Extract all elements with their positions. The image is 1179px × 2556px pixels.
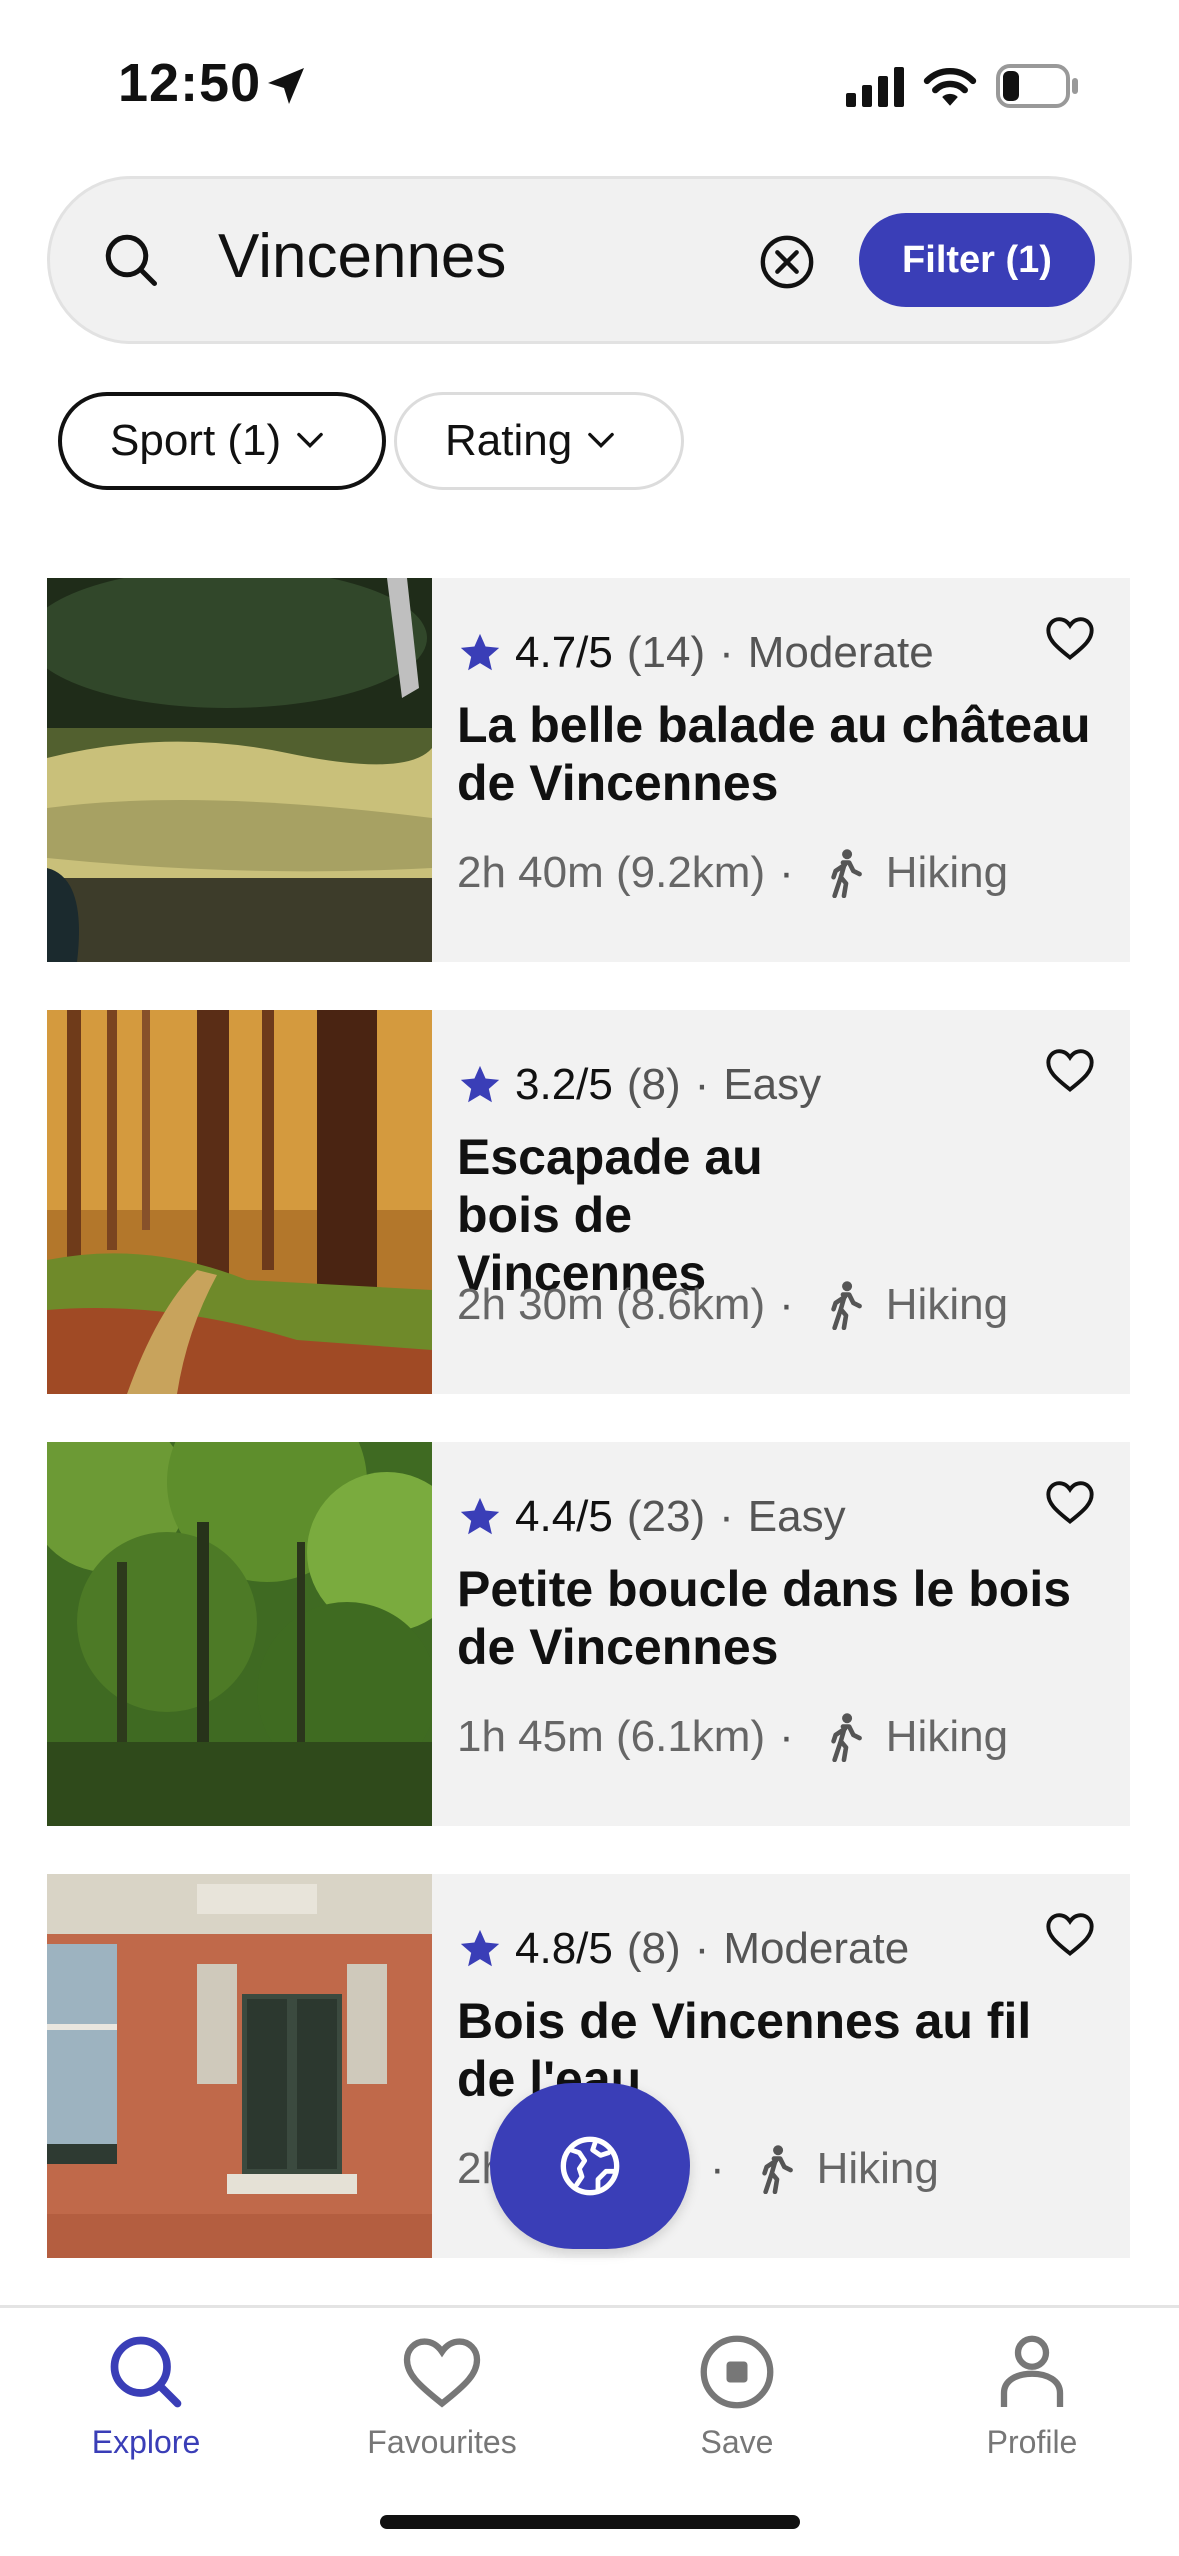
heart-icon bbox=[403, 2338, 481, 2408]
separator-dot: · bbox=[779, 1712, 794, 1761]
person-icon bbox=[1000, 2335, 1064, 2407]
heart-icon[interactable] bbox=[1044, 614, 1096, 662]
rating-value: 4.4/5 bbox=[515, 1492, 613, 1541]
sport-filter-chip[interactable]: Sport (1) bbox=[58, 392, 386, 490]
difficulty-label: Moderate bbox=[723, 1924, 910, 1973]
chevron-down-icon bbox=[297, 432, 323, 449]
nav-save-label: Save bbox=[700, 2424, 774, 2460]
location-arrow-icon bbox=[268, 68, 304, 104]
chevron-down-icon bbox=[588, 432, 615, 449]
clear-search-icon[interactable] bbox=[758, 233, 816, 291]
separator-dot: · bbox=[779, 1280, 794, 1329]
review-count: (14) bbox=[626, 628, 706, 677]
route-title: La belle balade au château de Vincennes bbox=[457, 697, 1091, 811]
star-icon bbox=[460, 633, 500, 671]
nav-favourites[interactable]: Favourites bbox=[332, 2330, 552, 2461]
search-input[interactable]: Vincennes bbox=[218, 221, 506, 292]
duration-distance: 2h 30m (8.6km) bbox=[457, 1280, 766, 1329]
search-icon bbox=[110, 2336, 182, 2408]
rating-value: 4.8/5 bbox=[515, 1924, 613, 1973]
separator-dot: · bbox=[779, 848, 794, 897]
difficulty-label: Easy bbox=[747, 1492, 846, 1541]
separator-dot: · bbox=[719, 628, 734, 677]
review-count: (8) bbox=[626, 1924, 681, 1973]
nav-favourites-label: Favourites bbox=[367, 2424, 517, 2460]
battery-icon bbox=[996, 64, 1078, 108]
route-title: Petite boucle dans le bois de Vincennes bbox=[457, 1561, 1072, 1675]
hiking-icon bbox=[831, 1713, 862, 1762]
search-icon bbox=[105, 234, 157, 286]
cellular-signal-icon bbox=[846, 67, 904, 107]
route-photo bbox=[47, 1874, 432, 2258]
star-icon bbox=[460, 1065, 500, 1103]
rating-chip-label: Rating bbox=[445, 416, 573, 465]
duration-distance: 2h 40m (9.2km) bbox=[457, 848, 766, 897]
route-card[interactable]: 4.4/5 (23) · Easy Petite boucle dans le … bbox=[47, 1442, 1130, 1826]
heart-icon[interactable] bbox=[1044, 1046, 1096, 1094]
star-icon bbox=[460, 1497, 500, 1535]
rating-value: 3.2/5 bbox=[515, 1060, 613, 1109]
separator-dot: · bbox=[709, 2144, 725, 2193]
card-meta-line: 2h 40m (9.2km) · Hiking bbox=[457, 848, 1008, 898]
nav-profile[interactable]: Profile bbox=[922, 2330, 1142, 2461]
record-icon bbox=[700, 2335, 774, 2409]
rating-value: 4.7/5 bbox=[515, 628, 613, 677]
difficulty-label: Moderate bbox=[747, 628, 934, 677]
route-card[interactable]: 4.7/5 (14) · Moderate La belle balade au… bbox=[47, 578, 1130, 962]
globe-icon bbox=[560, 2136, 620, 2196]
search-bar[interactable]: Vincennes Filter (1) bbox=[47, 176, 1132, 344]
card-rating-line: 3.2/5 (8) · Easy bbox=[457, 1060, 821, 1110]
nav-save[interactable]: Save bbox=[627, 2330, 847, 2461]
route-photo bbox=[47, 1010, 432, 1394]
sport-label: Hiking bbox=[885, 1280, 1009, 1329]
sport-label: Hiking bbox=[885, 848, 1009, 897]
nav-explore[interactable]: Explore bbox=[36, 2330, 256, 2461]
review-count: (23) bbox=[626, 1492, 706, 1541]
hiking-icon bbox=[831, 1281, 862, 1330]
rating-filter-chip[interactable]: Rating bbox=[394, 392, 684, 490]
wifi-icon bbox=[923, 68, 977, 106]
card-meta-line: 1h 45m (6.1km) · Hiking bbox=[457, 1712, 1008, 1762]
nav-explore-label: Explore bbox=[91, 2424, 201, 2460]
sport-chip-label: Sport (1) bbox=[110, 416, 282, 465]
duration-distance: 1h 45m (6.1km) bbox=[457, 1712, 766, 1761]
route-photo bbox=[47, 578, 432, 962]
sport-label: Hiking bbox=[885, 1712, 1009, 1761]
route-card[interactable]: 3.2/5 (8) · Easy Escapade au bois de Vin… bbox=[47, 1010, 1130, 1394]
status-bar: 12:50 bbox=[0, 0, 1179, 170]
heart-icon[interactable] bbox=[1044, 1478, 1096, 1526]
star-icon bbox=[460, 1929, 500, 1967]
hiking-icon bbox=[761, 2145, 793, 2194]
card-rating-line: 4.7/5 (14) · Moderate bbox=[457, 628, 934, 678]
card-rating-line: 4.4/5 (23) · Easy bbox=[457, 1492, 846, 1542]
hiking-icon bbox=[831, 849, 862, 898]
status-time: 12:50 bbox=[118, 53, 262, 113]
card-rating-line: 4.8/5 (8) · Moderate bbox=[457, 1924, 909, 1974]
separator-dot: · bbox=[694, 1924, 710, 1973]
sport-label: Hiking bbox=[816, 2144, 939, 2193]
difficulty-label: Easy bbox=[723, 1060, 822, 1109]
separator-dot: · bbox=[719, 1492, 734, 1541]
home-indicator[interactable] bbox=[380, 2515, 800, 2529]
filter-button[interactable]: Filter (1) bbox=[859, 213, 1095, 307]
review-count: (8) bbox=[626, 1060, 681, 1109]
route-title: Escapade au bois de Vincennes bbox=[457, 1129, 763, 1301]
heart-icon[interactable] bbox=[1044, 1910, 1096, 1958]
card-meta-line: 2h 30m (8.6km) · Hiking bbox=[457, 1280, 1008, 1330]
map-view-button[interactable] bbox=[490, 2083, 690, 2249]
separator-dot: · bbox=[694, 1060, 710, 1109]
nav-profile-label: Profile bbox=[986, 2424, 1078, 2460]
route-photo bbox=[47, 1442, 432, 1826]
